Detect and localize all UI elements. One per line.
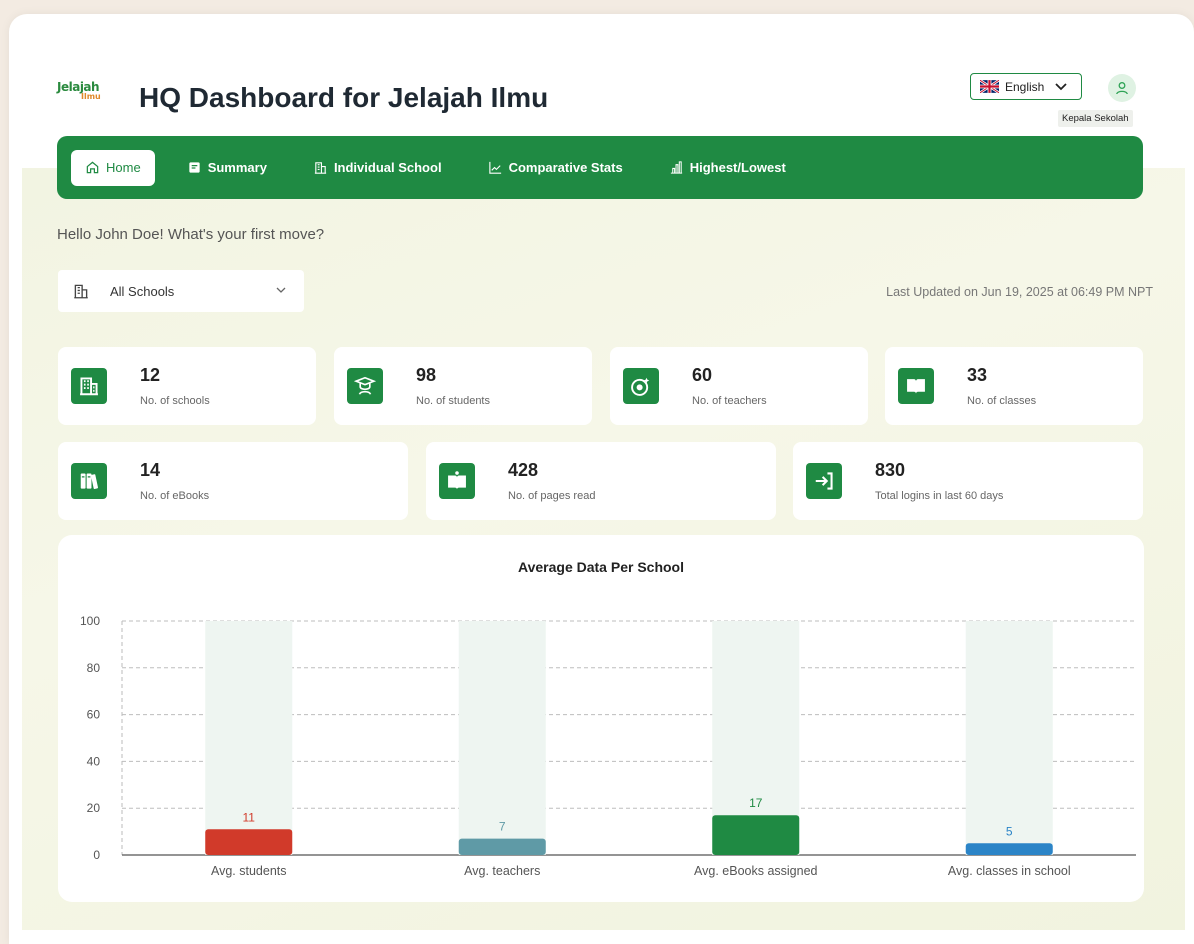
main-nav: Home Summary Individual School Comparati…: [57, 136, 1143, 199]
summary-icon: [189, 162, 200, 173]
book-reader-icon: [439, 463, 475, 499]
school-filter-value: All Schools: [110, 283, 175, 299]
bar-value-label: 7: [499, 820, 506, 834]
stat-card-students: 98 No. of students: [334, 347, 592, 425]
stat-label: No. of students: [416, 395, 490, 407]
stat-card-schools: 12 No. of schools: [58, 347, 316, 425]
stat-value: 14: [140, 460, 161, 480]
stat-label: Total logins in last 60 days: [875, 490, 1004, 502]
books-icon: [71, 463, 107, 499]
y-tick-label: 60: [87, 708, 101, 722]
y-tick-label: 40: [87, 754, 101, 768]
building-icon: [74, 284, 88, 299]
uk-flag-icon: [980, 80, 999, 93]
bar: [965, 843, 1053, 855]
chevron-down-icon: [1055, 82, 1067, 90]
y-tick-label: 100: [80, 614, 100, 628]
greeting-text: Hello John Doe! What's your first move?: [57, 226, 325, 243]
bar: [458, 838, 546, 855]
tab-individual-school[interactable]: Individual School: [299, 150, 456, 186]
stat-value: 428: [508, 460, 539, 480]
stat-label: No. of schools: [140, 395, 210, 407]
tab-individual-school-label: Individual School: [333, 160, 442, 175]
building-icon: [314, 162, 327, 174]
last-updated-text: Last Updated on Jun 19, 2025 at 06:49 PM…: [886, 285, 1153, 299]
stat-label: No. of pages read: [508, 490, 596, 502]
language-selector[interactable]: English: [970, 73, 1082, 100]
bar: [712, 815, 800, 855]
user-avatar-button[interactable]: [1108, 74, 1136, 102]
login-icon: [806, 463, 842, 499]
x-tick-label: Avg. eBooks assigned: [694, 864, 818, 878]
stat-value: 60: [692, 365, 713, 385]
stat-label: No. of eBooks: [140, 490, 210, 502]
stat-value: 33: [967, 365, 988, 385]
stat-card-teachers: 60 No. of teachers: [610, 347, 868, 425]
bar-value-label: 11: [243, 810, 256, 824]
school-filter-dropdown[interactable]: All Schools: [58, 270, 304, 312]
open-book-icon: [898, 368, 934, 404]
app-logo[interactable]: Jelajah Ilmu: [57, 80, 113, 110]
language-label: English: [1005, 79, 1045, 94]
user-role-label: Kepala Sekolah: [1058, 110, 1133, 127]
tab-highest-lowest-label: Highest/Lowest: [689, 160, 786, 175]
logo-subtext: Ilmu: [81, 92, 101, 101]
stat-value: 98: [416, 365, 437, 385]
stat-value: 12: [140, 365, 161, 385]
tab-highest-lowest[interactable]: Highest/Lowest: [655, 150, 800, 186]
stat-card-pages-read: 428 No. of pages read: [426, 442, 776, 520]
stat-card-ebooks: 14 No. of eBooks: [58, 442, 408, 520]
average-data-chart-card: Average Data Per School 0 20 40 60 80 100 11 Av…: [58, 535, 1144, 902]
line-chart-icon: [488, 161, 501, 174]
page-title: HQ Dashboard for Jelajah Ilmu: [139, 82, 549, 113]
x-tick-label: Avg. students: [211, 864, 287, 878]
tab-home-label: Home: [106, 160, 141, 175]
building-icon: [71, 368, 107, 404]
y-tick-label: 80: [87, 661, 101, 675]
tab-summary-label: Summary: [207, 160, 267, 175]
teacher-icon: [623, 368, 659, 404]
bar-value-label: 17: [749, 796, 763, 810]
stat-label: No. of classes: [967, 395, 1037, 407]
y-tick-label: 20: [87, 801, 101, 815]
y-tick-label: 0: [93, 848, 100, 862]
home-icon: [86, 161, 99, 174]
bar: [205, 829, 293, 855]
stat-card-logins: 830 Total logins in last 60 days: [793, 442, 1143, 520]
stat-label: No. of teachers: [692, 395, 767, 407]
stat-value: 830: [875, 460, 906, 480]
tab-home[interactable]: Home: [71, 149, 155, 186]
chevron-down-icon: [276, 287, 286, 293]
user-icon: [1116, 82, 1128, 95]
tab-summary[interactable]: Summary: [173, 150, 281, 186]
bar-value-label: 5: [1006, 824, 1013, 838]
tab-comparative-stats-label: Comparative Stats: [508, 160, 623, 175]
bar-chart: 0 20 40 60 80 100 11 Avg. students 7 Avg. teacher…: [80, 614, 1136, 878]
tab-comparative-stats[interactable]: Comparative Stats: [474, 150, 637, 186]
x-tick-label: Avg. classes in school: [948, 864, 1071, 878]
graduate-icon: [347, 368, 383, 404]
bar-chart-icon: [670, 161, 682, 174]
bar-background: [965, 621, 1053, 855]
stat-card-classes: 33 No. of classes: [885, 347, 1143, 425]
x-tick-label: Avg. teachers: [464, 864, 540, 878]
